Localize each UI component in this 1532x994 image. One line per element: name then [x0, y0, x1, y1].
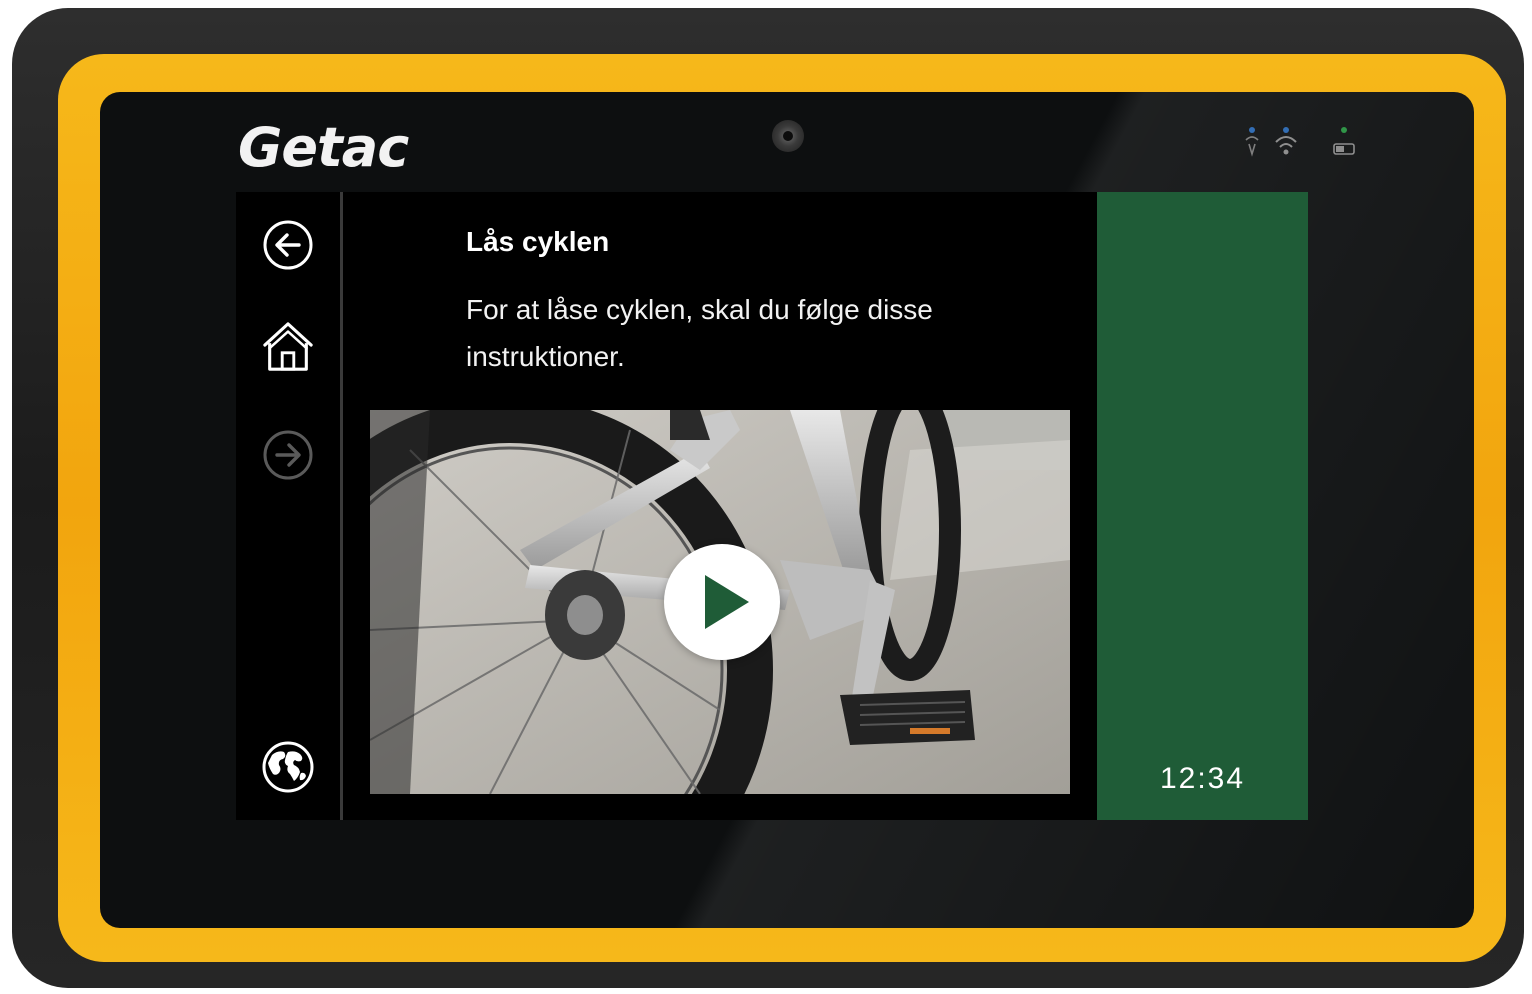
- globe-icon: [262, 741, 314, 793]
- forward-button[interactable]: [261, 428, 315, 482]
- home-button[interactable]: [261, 320, 315, 374]
- video-player[interactable]: [370, 410, 1070, 794]
- hardware-indicators: [1240, 120, 1360, 160]
- home-icon: [263, 322, 313, 371]
- sidebar-nav: [236, 192, 340, 820]
- brand-logo: Getac: [238, 116, 409, 179]
- instruction-text: For at låse cyklen, skal du følge disse …: [466, 294, 933, 372]
- status-panel: 12:34: [1097, 192, 1308, 820]
- play-icon: [705, 575, 749, 629]
- app-screen: Lås cyklen For at låse cyklen, skal du f…: [236, 192, 1308, 820]
- main-content: Lås cyklen For at låse cyklen, skal du f…: [343, 192, 1097, 820]
- indicator-lights-icon: [1245, 127, 1355, 157]
- language-button[interactable]: [261, 740, 315, 794]
- back-button[interactable]: [261, 218, 315, 272]
- arrow-left-circle-icon: [263, 220, 313, 270]
- play-button[interactable]: [664, 544, 780, 660]
- page-title: Lås cyklen: [466, 226, 610, 257]
- clock-time: 12:34: [1159, 762, 1246, 795]
- arrow-right-circle-icon: [263, 430, 313, 480]
- front-camera: [772, 120, 804, 152]
